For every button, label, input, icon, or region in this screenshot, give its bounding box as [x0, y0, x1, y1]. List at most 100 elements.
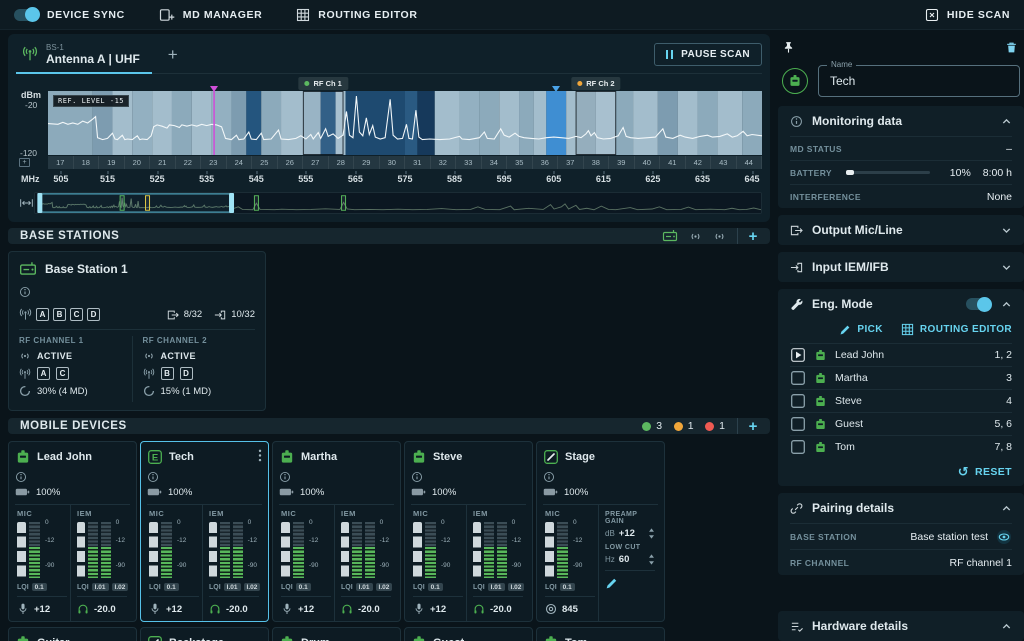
iem-level-meter	[484, 522, 494, 578]
stepper-icon[interactable]	[648, 553, 655, 566]
add-mobile-device-button[interactable]: +	[749, 419, 758, 434]
minimap-handle-right[interactable]	[229, 193, 234, 213]
tv-channel-21: 21	[150, 156, 176, 169]
checkbox[interactable]	[790, 370, 806, 386]
pairing-header[interactable]: Pairing details	[790, 493, 1012, 523]
base-station-card[interactable]: Base Station 1 ABCD 8/32 10/32	[8, 251, 266, 411]
eng-device-row-guest[interactable]: Guest 5, 6	[790, 412, 1012, 435]
battery-value: 100%	[168, 487, 192, 498]
mic-fader[interactable]	[545, 522, 554, 578]
rf-signal-icon-1[interactable]	[689, 230, 702, 243]
rf-ch-1-flag[interactable]: RF Ch 1	[299, 77, 348, 90]
chevron-up-icon[interactable]	[1001, 503, 1012, 514]
monitoring-header[interactable]: Monitoring data	[790, 106, 1012, 136]
eng-device-row-tom[interactable]: Tom 7, 8	[790, 435, 1012, 458]
info-icon[interactable]	[147, 471, 159, 483]
info-icon[interactable]	[279, 471, 291, 483]
device-name: Steve	[835, 395, 862, 407]
mic-fader[interactable]	[281, 522, 290, 578]
device-card-steve[interactable]: Steve 100% MIC 0-12-90 LQI0.1 +12 IEM 0-…	[404, 441, 533, 622]
card-menu-icon[interactable]	[258, 449, 262, 462]
chevron-up-icon[interactable]	[1001, 621, 1012, 632]
eng-device-row-martha[interactable]: Martha 3	[790, 366, 1012, 389]
tv-channel-41: 41	[660, 156, 686, 169]
eye-icon[interactable]	[996, 529, 1012, 545]
eng-mode-header[interactable]: Eng. Mode	[790, 289, 1012, 319]
bodypack-icon	[788, 74, 802, 88]
device-card-drum[interactable]: Drum	[272, 627, 401, 641]
stepper-icon[interactable]	[648, 527, 655, 540]
lqi-badge: 0.1	[164, 583, 179, 591]
device-name: Backstage	[169, 637, 224, 641]
pause-scan-button[interactable]: PAUSE SCAN	[654, 43, 762, 66]
rf-channel-2-region[interactable]	[576, 92, 616, 155]
add-base-station-button[interactable]: +	[749, 229, 758, 244]
pin-icon[interactable]	[782, 41, 795, 54]
hardware-header[interactable]: Hardware details	[790, 611, 1012, 641]
name-input[interactable]: Name Tech	[818, 65, 1020, 97]
device-card-tech[interactable]: ETech 100% MIC 0-12-90 LQI0.1 +12 IEM 0-…	[140, 441, 269, 622]
chevron-down-icon[interactable]	[1001, 262, 1012, 273]
zoom-reset-icon[interactable]: +	[19, 158, 30, 167]
reset-button[interactable]: ↺ RESET	[790, 458, 1012, 486]
routing-editor-link[interactable]: ROUTING EDITOR	[901, 323, 1012, 336]
device-card-martha[interactable]: Martha 100% MIC 0-12-90 LQI0.1 +12 IEM 0…	[272, 441, 401, 622]
minimap-handle-left[interactable]	[37, 193, 42, 213]
device-card-guitar[interactable]: Guitar	[8, 627, 137, 641]
device-card-guest[interactable]: Guest	[404, 627, 533, 641]
device-card-backstage[interactable]: Backstage	[140, 627, 269, 641]
device-name: Guest	[433, 637, 464, 641]
device-sync-toggle-item[interactable]: DEVICE SYNC	[14, 9, 125, 21]
tv-channel-18: 18	[74, 156, 100, 169]
mic-fader[interactable]	[413, 522, 422, 578]
iem-fader[interactable]	[77, 522, 85, 578]
device-card-tom[interactable]: Tom	[536, 627, 665, 641]
base-station-icon[interactable]	[662, 228, 678, 244]
chevron-up-icon[interactable]	[1001, 299, 1012, 310]
output-header[interactable]: Output Mic/Line	[790, 215, 1012, 245]
edit-icon[interactable]	[605, 577, 618, 590]
hide-scan-button[interactable]: HIDE SCAN	[925, 8, 1010, 22]
eng-device-row-lead-john[interactable]: Lead John 1, 2	[790, 343, 1012, 366]
rf-signal-icon-2[interactable]	[713, 230, 726, 243]
iem-fader[interactable]	[209, 522, 217, 578]
tab-antenna-a[interactable]: BS-1 Antenna A | UHF	[16, 36, 152, 74]
spectrum-minimap[interactable]	[34, 192, 762, 214]
minimap-marker[interactable]	[342, 196, 346, 211]
pen-icon	[147, 635, 163, 641]
mic-fader[interactable]	[17, 522, 26, 578]
add-scan-tab-button[interactable]: +	[168, 45, 178, 65]
info-icon[interactable]	[411, 471, 423, 483]
checkbox[interactable]	[790, 393, 806, 409]
chevron-down-icon[interactable]	[1001, 225, 1012, 236]
device-card-stage[interactable]: Stage 100% MIC 0-12-90 LQI0.1 845 PREAMP…	[536, 441, 665, 622]
iem-fader[interactable]	[341, 522, 349, 578]
meter-scale: 0-12-90	[571, 522, 586, 578]
info-icon[interactable]	[15, 471, 27, 483]
device-sync-toggle[interactable]	[14, 9, 39, 21]
info-icon[interactable]	[543, 471, 555, 483]
input-header[interactable]: Input IEM/IFB	[790, 252, 1012, 282]
minimap-selection[interactable]	[39, 194, 231, 212]
checkbox[interactable]	[790, 439, 806, 455]
play-button[interactable]	[790, 347, 806, 363]
eng-device-row-steve[interactable]: Steve 4	[790, 389, 1012, 412]
delete-icon[interactable]	[1005, 41, 1018, 54]
pick-button[interactable]: PICK	[839, 323, 883, 336]
rf-channel-1-region[interactable]	[303, 92, 343, 155]
minimap-marker[interactable]	[254, 196, 258, 211]
phones-icon	[77, 603, 89, 615]
tv-channel-30: 30	[380, 156, 406, 169]
checkbox[interactable]	[790, 416, 806, 432]
md-manager-button[interactable]: MD MANAGER	[159, 7, 263, 23]
scan-tab-bar: BS-1 Antenna A | UHF + PAUSE SCAN	[16, 36, 762, 74]
rf-ch-2-flag[interactable]: RF Ch 2	[571, 77, 620, 90]
device-card-lead-john[interactable]: Lead John 100% MIC 0-12-90 LQI0.1 +12 IE…	[8, 441, 137, 622]
eng-mode-toggle[interactable]	[966, 298, 991, 310]
chevron-up-icon[interactable]	[1001, 116, 1012, 127]
spectrum-plot[interactable]: REF. LEVEL -15	[48, 91, 762, 155]
info-icon[interactable]	[19, 286, 31, 298]
routing-editor-button[interactable]: ROUTING EDITOR	[296, 8, 417, 22]
mic-fader[interactable]	[149, 522, 158, 578]
iem-fader[interactable]	[473, 522, 481, 578]
